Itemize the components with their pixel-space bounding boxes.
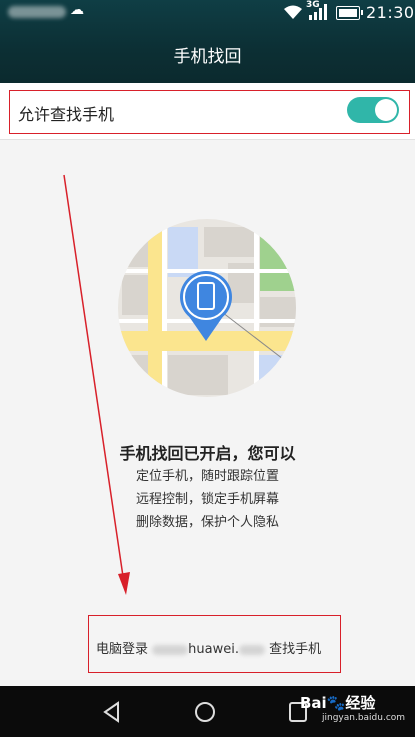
status-bar: ☁ 3G 21:30 [0, 0, 415, 26]
annotation-box-link [88, 615, 341, 673]
back-icon[interactable] [100, 700, 124, 724]
battery-icon [336, 6, 363, 20]
feature-locate: 定位手机，随时跟踪位置 [135, 469, 279, 484]
status-time: 21:30 [366, 3, 415, 22]
watermark-brand: Bai [300, 694, 327, 712]
page-title: 手机找回 [173, 47, 242, 67]
feature-erase-data: 删除数据，保护个人隐私 [135, 515, 279, 530]
feature-remote-control: 远程控制，锁定手机屏幕 [135, 492, 279, 507]
baidu-watermark: Bai🐾经验 [300, 694, 376, 712]
cloud-icon: ☁ [70, 2, 84, 18]
signal-icon [309, 4, 327, 20]
feature-headline: 手机找回已开启，您可以 [119, 444, 296, 463]
annotation-box-toggle [9, 90, 410, 134]
carrier-name [8, 6, 66, 18]
navigation-bar: Bai🐾经验 jingyan.baidu.com [0, 686, 415, 737]
watermark-brand-suffix: 经验 [345, 694, 376, 712]
home-icon[interactable] [193, 700, 217, 724]
location-map-illustration [118, 219, 296, 397]
watermark-url: jingyan.baidu.com [322, 713, 406, 723]
wifi-icon [284, 5, 302, 19]
top-bar: ☁ 3G 21:30 手机找回 [0, 0, 415, 83]
